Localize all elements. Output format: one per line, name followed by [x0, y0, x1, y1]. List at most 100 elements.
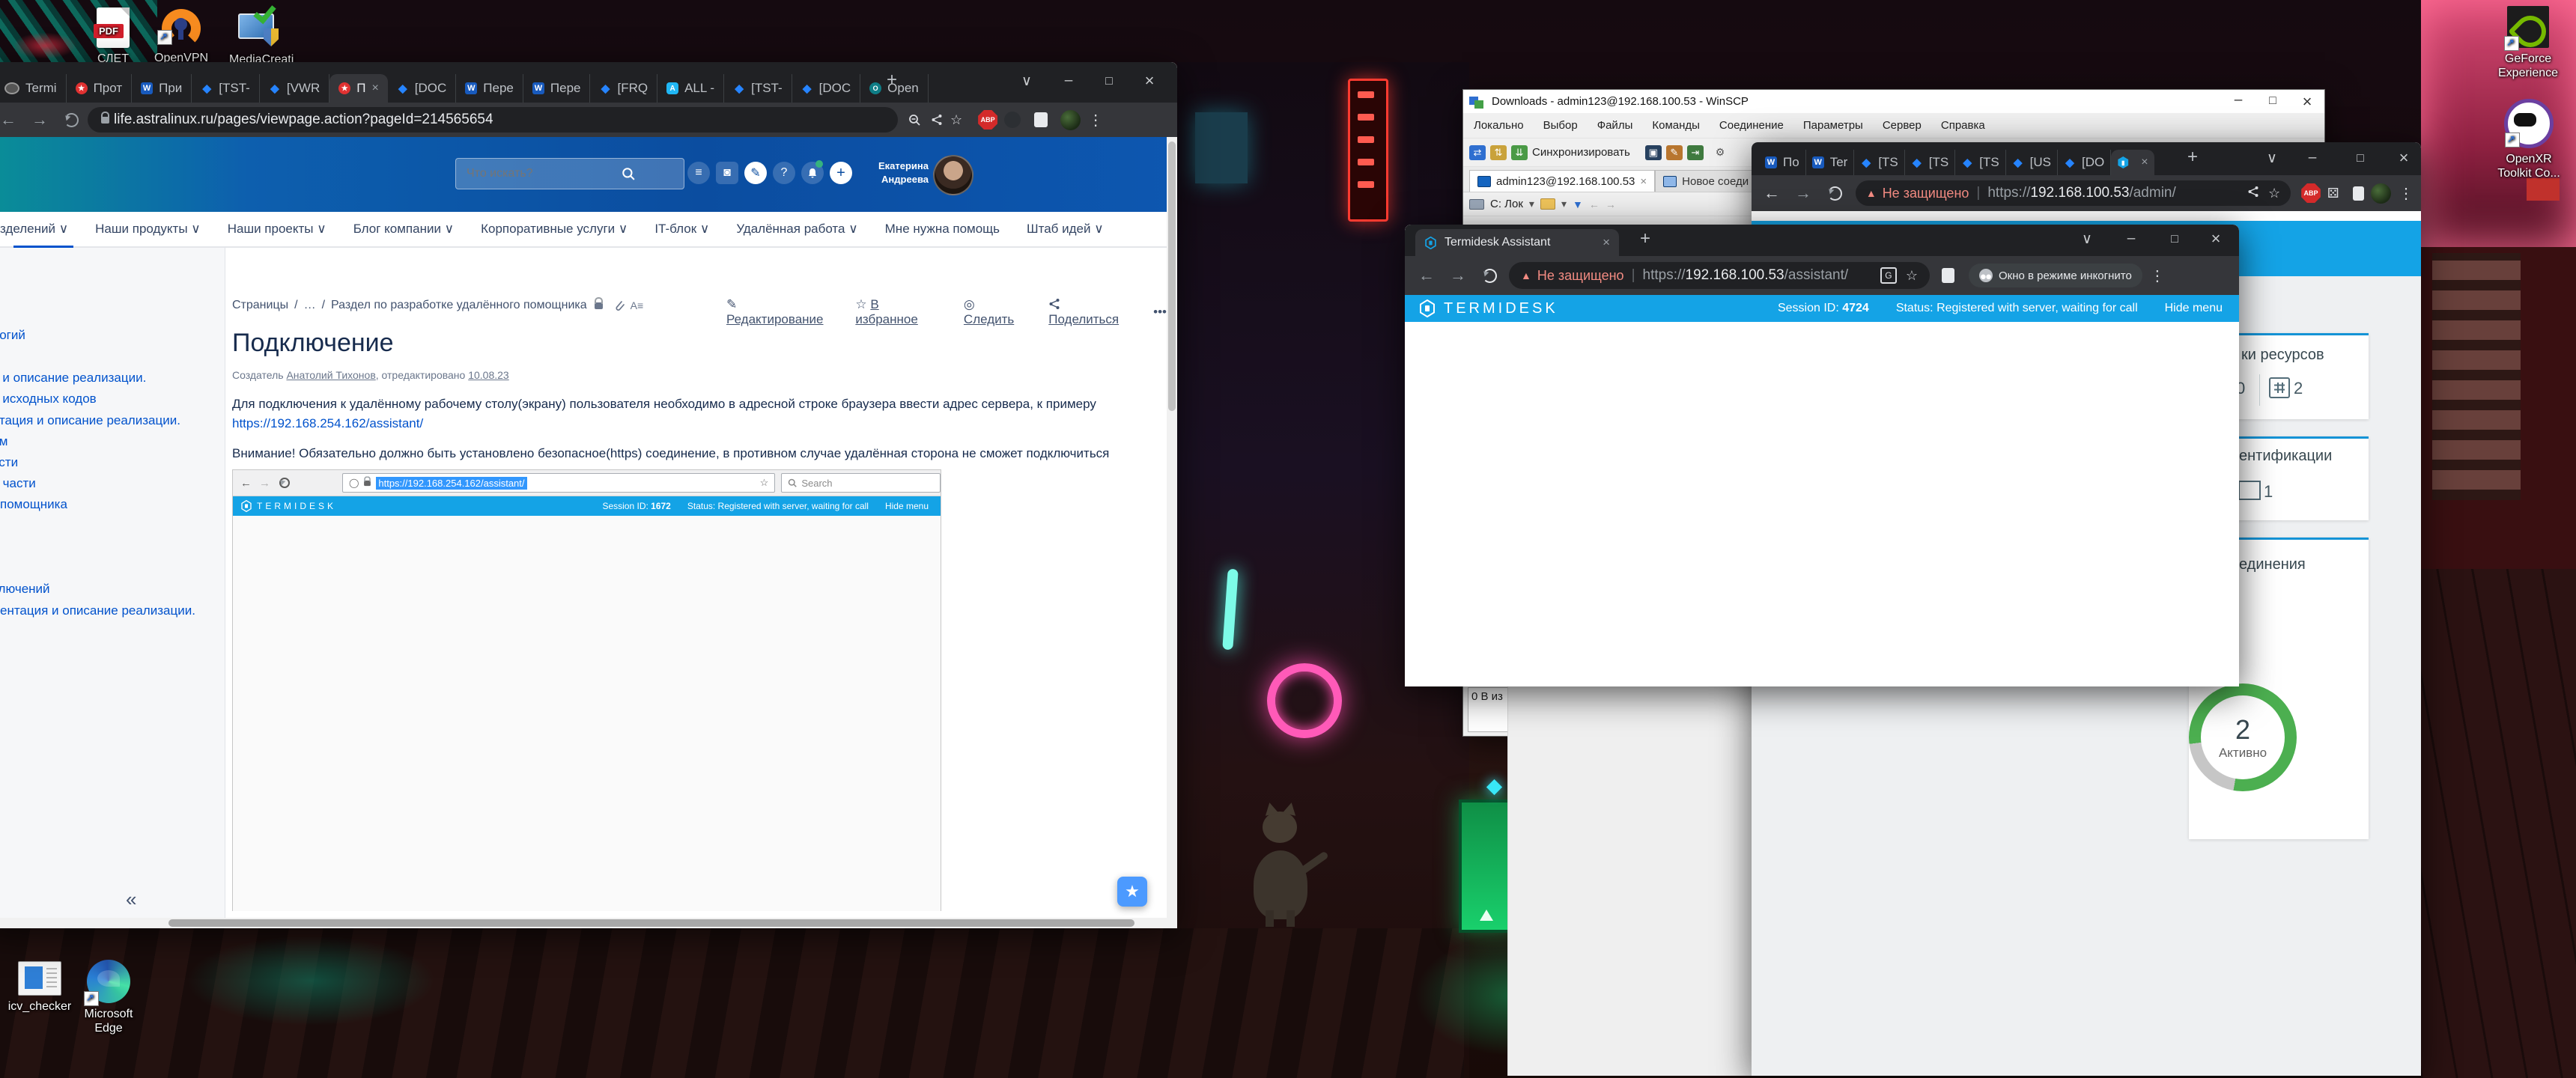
- browser-menu-icon[interactable]: [2150, 267, 2165, 285]
- address-bar[interactable]: Не защищено | https://192.168.100.53/ass…: [1509, 262, 1930, 289]
- close-button[interactable]: [2199, 229, 2233, 249]
- desktop-icon-openxr[interactable]: OpenXRToolkit Co...: [2495, 99, 2563, 180]
- browser-tab[interactable]: [DOC ×: [792, 74, 861, 103]
- tab-search-icon[interactable]: [1009, 73, 1044, 90]
- bookmark-star-icon[interactable]: [2268, 186, 2280, 201]
- reader-extension-icon[interactable]: [2353, 186, 2365, 201]
- winscp-console-icon[interactable]: ▣: [1645, 145, 1662, 160]
- minimize-button[interactable]: [2295, 150, 2330, 166]
- tab-close-icon[interactable]: ×: [371, 82, 378, 95]
- winscp-menu-item[interactable]: Параметры: [1803, 119, 1863, 132]
- page-tree-link[interactable]: иям: [0, 434, 7, 449]
- nav-item[interactable]: Штаб идей ∨: [1027, 222, 1104, 237]
- winscp-title-bar[interactable]: Downloads - admin123@192.168.100.53 - Wi…: [1463, 90, 2324, 113]
- desktop-icon-mediacreation[interactable]: MediaCreati: [229, 9, 289, 67]
- desktop-icon-edge[interactable]: MicrosoftEdge: [75, 960, 142, 1035]
- user-avatar[interactable]: [933, 155, 973, 195]
- watch-action[interactable]: ◎ Следить: [964, 297, 1026, 327]
- browser-tab[interactable]: ALL - ×: [657, 74, 724, 103]
- browser-tab[interactable]: ×: [2111, 150, 2154, 175]
- tab-search-icon[interactable]: [2070, 231, 2104, 248]
- nav-item[interactable]: IT-блок ∨: [654, 222, 709, 237]
- browser-tab[interactable]: [TST- ×: [192, 74, 260, 103]
- breadcrumb-ellipsis[interactable]: …: [304, 299, 316, 312]
- winscp-download-icon[interactable]: ⇊: [1511, 145, 1528, 160]
- camera-icon[interactable]: ◙: [716, 162, 738, 184]
- drive-dropdown-caret[interactable]: ▾: [1529, 198, 1534, 210]
- page-tree-link[interactable]: го помощника: [0, 497, 67, 512]
- browser-tab[interactable]: [TST- ×: [724, 74, 792, 103]
- session-close-icon[interactable]: ×: [1640, 175, 1647, 188]
- desktop-icon-icv-checker[interactable]: icv_checker: [6, 961, 73, 1014]
- nav-item[interactable]: зделений ∨: [0, 222, 68, 237]
- forward-button[interactable]: [31, 110, 48, 130]
- forward-button[interactable]: [1450, 266, 1466, 285]
- desktop-icon-geforce[interactable]: GeForceExperience: [2498, 6, 2558, 80]
- new-tab-button[interactable]: +: [2177, 147, 2208, 168]
- browser-tab[interactable]: Прот ×: [67, 74, 133, 103]
- maximize-button[interactable]: [1092, 73, 1126, 89]
- winscp-transfer-icon[interactable]: ⇥: [1687, 145, 1704, 160]
- apps-icon[interactable]: ≡: [687, 162, 710, 184]
- favorite-float-button[interactable]: ★: [1117, 877, 1147, 907]
- share-action[interactable]: Поделиться: [1048, 297, 1131, 327]
- winscp-session-tab-new[interactable]: Новое соеди: [1655, 170, 1757, 192]
- reload-button[interactable]: [1483, 269, 1497, 283]
- notifications-bell-icon[interactable]: [801, 162, 824, 184]
- desktop-icon-openvpn[interactable]: OpenVPN: [154, 9, 207, 65]
- scrollbar-thumb[interactable]: [168, 919, 1134, 927]
- edit-action[interactable]: ✎ Редактирование: [726, 297, 833, 327]
- winscp-minimize-button[interactable]: [2221, 92, 2255, 112]
- winscp-sync-label[interactable]: Синхронизировать: [1532, 146, 1630, 159]
- sidebar-collapse-icon[interactable]: «: [126, 888, 136, 911]
- nav-item[interactable]: Наши продукты ∨: [95, 222, 201, 237]
- assistant-tab[interactable]: Termidesk Assistant ×: [1415, 229, 1619, 256]
- reader-extension-icon[interactable]: [1942, 268, 1954, 283]
- winscp-menu-item[interactable]: Команды: [1652, 119, 1700, 132]
- back-button[interactable]: [1764, 183, 1780, 203]
- browser-tab[interactable]: [TS ×: [1955, 150, 2005, 175]
- browser-tab[interactable]: По ×: [1759, 150, 1806, 175]
- breadcrumb-link[interactable]: Раздел по разработке удалённого помощник…: [331, 299, 587, 312]
- extension-icon[interactable]: [1004, 112, 1021, 128]
- winscp-edit-icon[interactable]: ✎: [1666, 145, 1683, 160]
- address-bar[interactable]: Не защищено | https://192.168.100.53/adm…: [1856, 180, 2291, 206]
- labels-icon[interactable]: A≡: [631, 299, 644, 311]
- nav-item[interactable]: Блог компании ∨: [353, 222, 454, 237]
- minimize-button[interactable]: [1051, 73, 1086, 89]
- filter-icon[interactable]: ▼: [1573, 198, 1583, 210]
- browser-menu-icon[interactable]: [2399, 184, 2414, 203]
- drive-label[interactable]: С: Лок: [1490, 198, 1523, 210]
- winscp-queue-icon[interactable]: ⇄: [1469, 145, 1486, 160]
- horizontal-scrollbar[interactable]: [0, 918, 1177, 928]
- restrictions-lock-icon[interactable]: [595, 302, 603, 309]
- edited-date-link[interactable]: 10.08.23: [468, 369, 509, 381]
- forward-button[interactable]: [1795, 183, 1811, 203]
- winscp-close-button[interactable]: [2290, 92, 2324, 112]
- winscp-menu-item[interactable]: Выбор: [1543, 119, 1578, 132]
- author-link[interactable]: Анатолий Тихонов: [286, 369, 375, 381]
- adblock-extension-icon[interactable]: ABP: [2301, 183, 2321, 203]
- profile-avatar[interactable]: [2371, 183, 2391, 204]
- nav-item[interactable]: Мне нужна помощь: [885, 222, 1000, 237]
- address-bar[interactable]: life.astralinux.ru/pages/viewpage.action…: [88, 107, 898, 133]
- embedded-screenshot[interactable]: ← → ◯ https://192.168.254.162/assistant/…: [232, 469, 941, 911]
- winscp-menu-item[interactable]: Локально: [1474, 119, 1524, 132]
- browser-tab[interactable]: Пере ×: [523, 74, 591, 103]
- close-button[interactable]: [1132, 71, 1167, 91]
- favorite-action[interactable]: ☆ В избранное: [855, 297, 941, 327]
- share-icon[interactable]: [931, 114, 943, 126]
- page-tree-link[interactable]: дключений: [0, 582, 50, 597]
- winscp-session-tab-active[interactable]: admin123@192.168.100.53 ×: [1469, 170, 1655, 192]
- maximize-button[interactable]: [2343, 150, 2378, 166]
- new-tab-button[interactable]: +: [876, 70, 908, 91]
- winscp-settings-icon[interactable]: ⚙: [1716, 146, 1725, 159]
- page-tree-link[interactable]: ия и описание реализации.: [0, 371, 146, 386]
- winscp-upload-icon[interactable]: ⇅: [1490, 145, 1507, 160]
- minimize-button[interactable]: [2114, 231, 2148, 247]
- browser-menu-icon[interactable]: [1088, 111, 1103, 130]
- maximize-button[interactable]: [2157, 231, 2192, 247]
- winscp-menu-item[interactable]: Сервер: [1883, 119, 1922, 132]
- attachments-paperclip-icon[interactable]: [613, 299, 625, 311]
- bookmark-star-icon[interactable]: [950, 112, 962, 128]
